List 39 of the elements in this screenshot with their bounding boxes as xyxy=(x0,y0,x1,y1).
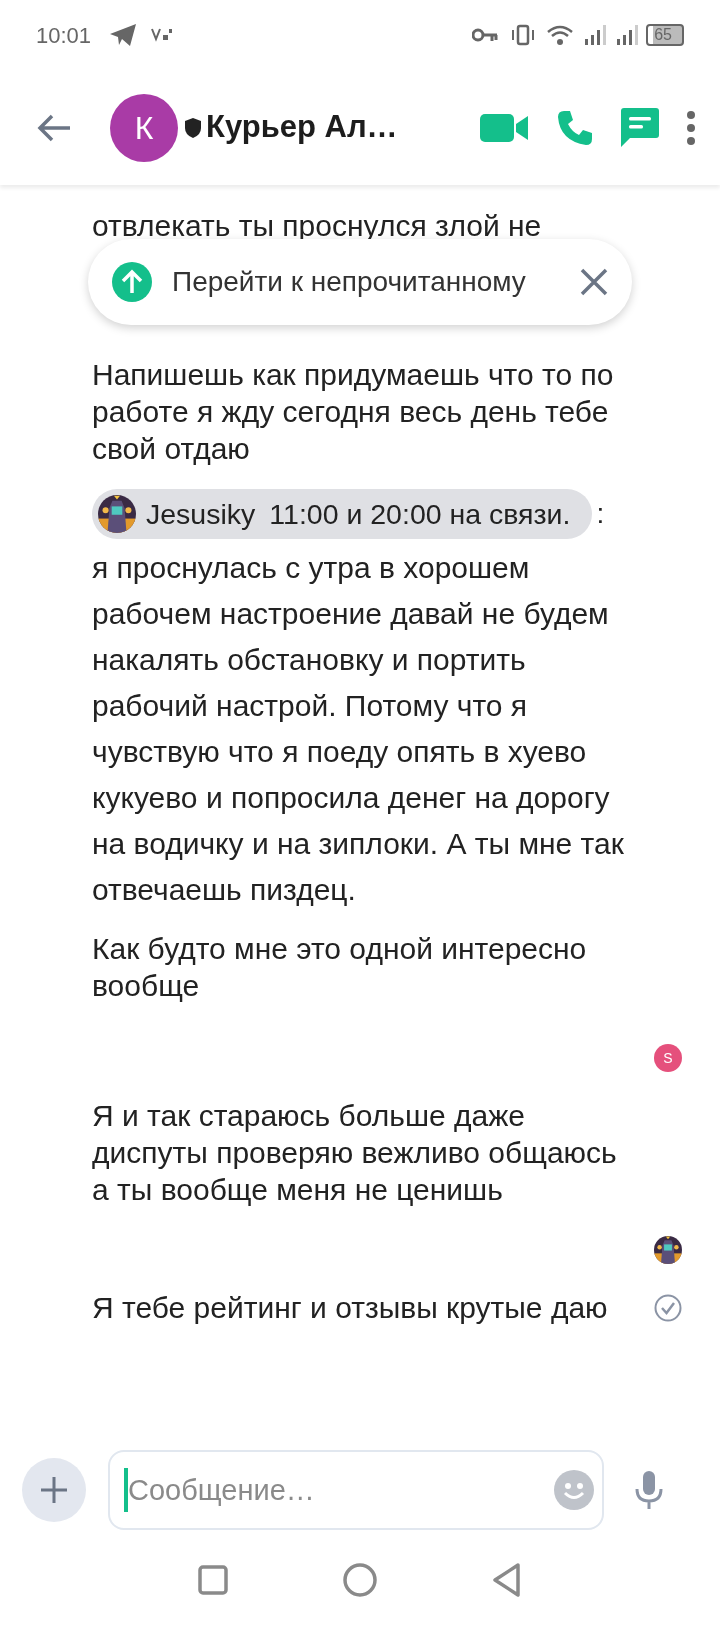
battery-icon: 65 xyxy=(646,24,684,46)
mention-chip[interactable]: Jesusiky 11:00 и 20:00 на связи. xyxy=(92,489,593,539)
banner-label: Перейти к непрочитанному xyxy=(172,265,527,299)
video-call-icon[interactable] xyxy=(480,111,530,144)
contact-name: Курьер Ал… xyxy=(206,108,398,147)
message-text: Я тебе рейтинг и отзывы крутые даю xyxy=(92,1290,609,1326)
mention-name: Jesusiky xyxy=(146,496,256,532)
plus-icon xyxy=(39,1475,69,1505)
microphone-icon[interactable] xyxy=(634,1470,664,1510)
network-icon xyxy=(151,28,174,42)
back-nav-icon[interactable] xyxy=(492,1563,523,1597)
contact-avatar[interactable]: К xyxy=(110,93,178,162)
shield-icon xyxy=(184,116,202,139)
back-icon xyxy=(36,112,72,143)
message-text: я проснулась с утра в хорошем рабочем настроение давай не будем накалять обстановку и портить рабочий настрой. Потому что я чувствую что я поеду опять в хуево кукуево и попросила денег на дорогу на водичку и на зиплоки. А ты мне так отвечаешь пиздец. xyxy=(92,550,625,908)
vibrate-icon xyxy=(510,24,537,46)
message-text: Как будто мне это одной интересно вообще xyxy=(92,931,588,1004)
reader-avatar: S xyxy=(654,1044,682,1072)
wifi-icon xyxy=(546,24,575,46)
emoji-icon[interactable] xyxy=(554,1470,594,1510)
signal-icon xyxy=(584,24,607,46)
more-icon[interactable] xyxy=(686,110,696,145)
close-icon[interactable] xyxy=(580,268,608,296)
recents-icon[interactable] xyxy=(197,1565,228,1595)
jump-to-unread-banner[interactable]: Перейти к непрочитанному xyxy=(88,239,632,325)
chat-icon[interactable] xyxy=(620,106,660,149)
back-button[interactable] xyxy=(36,112,72,143)
message-input[interactable]: Сообщение… xyxy=(108,1450,604,1530)
telegram-icon xyxy=(109,23,138,47)
phone-icon[interactable] xyxy=(556,108,594,147)
message-text: Напишешь как придумаешь что то по работе я жду сегодня весь день тебе свой отдаю xyxy=(92,357,615,467)
signal-icon xyxy=(616,24,639,46)
text-cursor xyxy=(124,1468,128,1512)
message-text: Я и так стараюсь больше даже диспуты проверяю вежливо общаюсь а ты вообще меня не ценишь xyxy=(92,1098,618,1208)
message-text: : xyxy=(596,497,605,531)
mention-status: 11:00 и 20:00 на связи. xyxy=(269,496,571,532)
home-icon[interactable] xyxy=(343,1563,377,1597)
key-icon xyxy=(472,27,499,43)
clock-text: 10:01 xyxy=(36,21,92,50)
